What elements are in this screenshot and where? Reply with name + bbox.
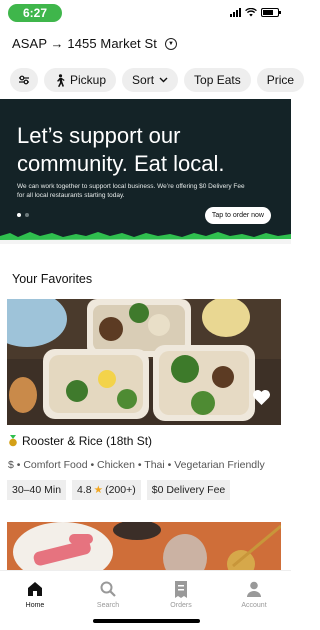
tab-search-label: Search (96, 602, 120, 609)
eta-pill: 30–40 Min (7, 480, 67, 500)
person-icon (247, 581, 261, 597)
promo-banner-title: Let’s support our community. Eat local. (17, 123, 225, 176)
grass-decoration (0, 232, 291, 244)
chevron-down-icon: ▼ (164, 37, 177, 50)
restaurant-photo-next[interactable] (7, 522, 281, 577)
medal-icon (9, 435, 17, 447)
search-icon (100, 581, 116, 597)
delivery-address: ASAP → 1455 Market St (12, 36, 157, 51)
tab-orders[interactable]: Orders (151, 579, 211, 609)
filter-price-label: Price (266, 73, 295, 87)
walking-person-icon (57, 73, 65, 87)
filter-top-eats-label: Top Eats (194, 73, 241, 87)
filter-top-eats-chip[interactable]: Top Eats (184, 68, 251, 92)
filter-pickup-label: Pickup (70, 73, 107, 87)
promo-banner-body: We can work together to support local bu… (17, 183, 245, 199)
food-illustration-next (7, 522, 281, 577)
rating-value: 4.8 (77, 484, 92, 496)
promo-banner-cta-button[interactable]: Tap to order now (204, 207, 271, 224)
filter-sort-label: Sort (132, 73, 155, 87)
favorite-heart-icon[interactable] (252, 389, 271, 406)
tab-account-label: Account (241, 602, 267, 609)
restaurant-tags: $ • Comfort Food • Chicken • Thai • Vege… (8, 459, 265, 471)
status-icons (230, 8, 281, 17)
sliders-icon (19, 75, 29, 85)
tab-account[interactable]: Account (224, 579, 284, 609)
restaurant-name: Rooster & Rice (18th St) (22, 434, 153, 448)
tab-home[interactable]: Home (5, 579, 65, 609)
food-illustration (7, 299, 281, 425)
filter-chips: Pickup Sort Top Eats Price (10, 68, 305, 92)
rating-count: (200+) (105, 484, 136, 496)
restaurant-info-pills: 30–40 Min 4.8 ★ (200+) $0 Delivery Fee (7, 480, 231, 500)
star-icon: ★ (93, 484, 104, 496)
tab-search[interactable]: Search (78, 579, 138, 609)
wifi-icon (245, 8, 257, 17)
chevron-down-icon (159, 77, 168, 83)
restaurant-photo[interactable] (7, 299, 281, 425)
filter-sort-chip[interactable]: Sort (122, 68, 179, 92)
cellular-signal-icon (230, 8, 241, 17)
home-icon (28, 582, 42, 596)
receipt-icon (175, 580, 187, 598)
tab-orders-label: Orders (170, 602, 192, 609)
filter-settings-chip[interactable] (10, 68, 38, 92)
filter-pickup-chip[interactable]: Pickup (44, 68, 117, 92)
tab-home-label: Home (25, 602, 45, 609)
section-title-favorites: Your Favorites (12, 272, 93, 286)
carousel-dots (17, 213, 29, 217)
home-indicator (93, 619, 200, 623)
rating-pill: 4.8 ★ (200+) (72, 480, 141, 500)
status-bar: 6:27 (0, 0, 291, 26)
delivery-fee-pill: $0 Delivery Fee (146, 480, 231, 500)
filter-price-chip[interactable]: Price (256, 68, 305, 92)
promo-banner[interactable]: Let’s support our community. Eat local. … (0, 99, 291, 244)
battery-icon (261, 8, 281, 17)
restaurant-name-row[interactable]: Rooster & Rice (18th St) (8, 434, 152, 448)
status-time: 6:27 (8, 4, 62, 22)
delivery-address-selector[interactable]: ASAP → 1455 Market St ▼ (12, 36, 177, 51)
